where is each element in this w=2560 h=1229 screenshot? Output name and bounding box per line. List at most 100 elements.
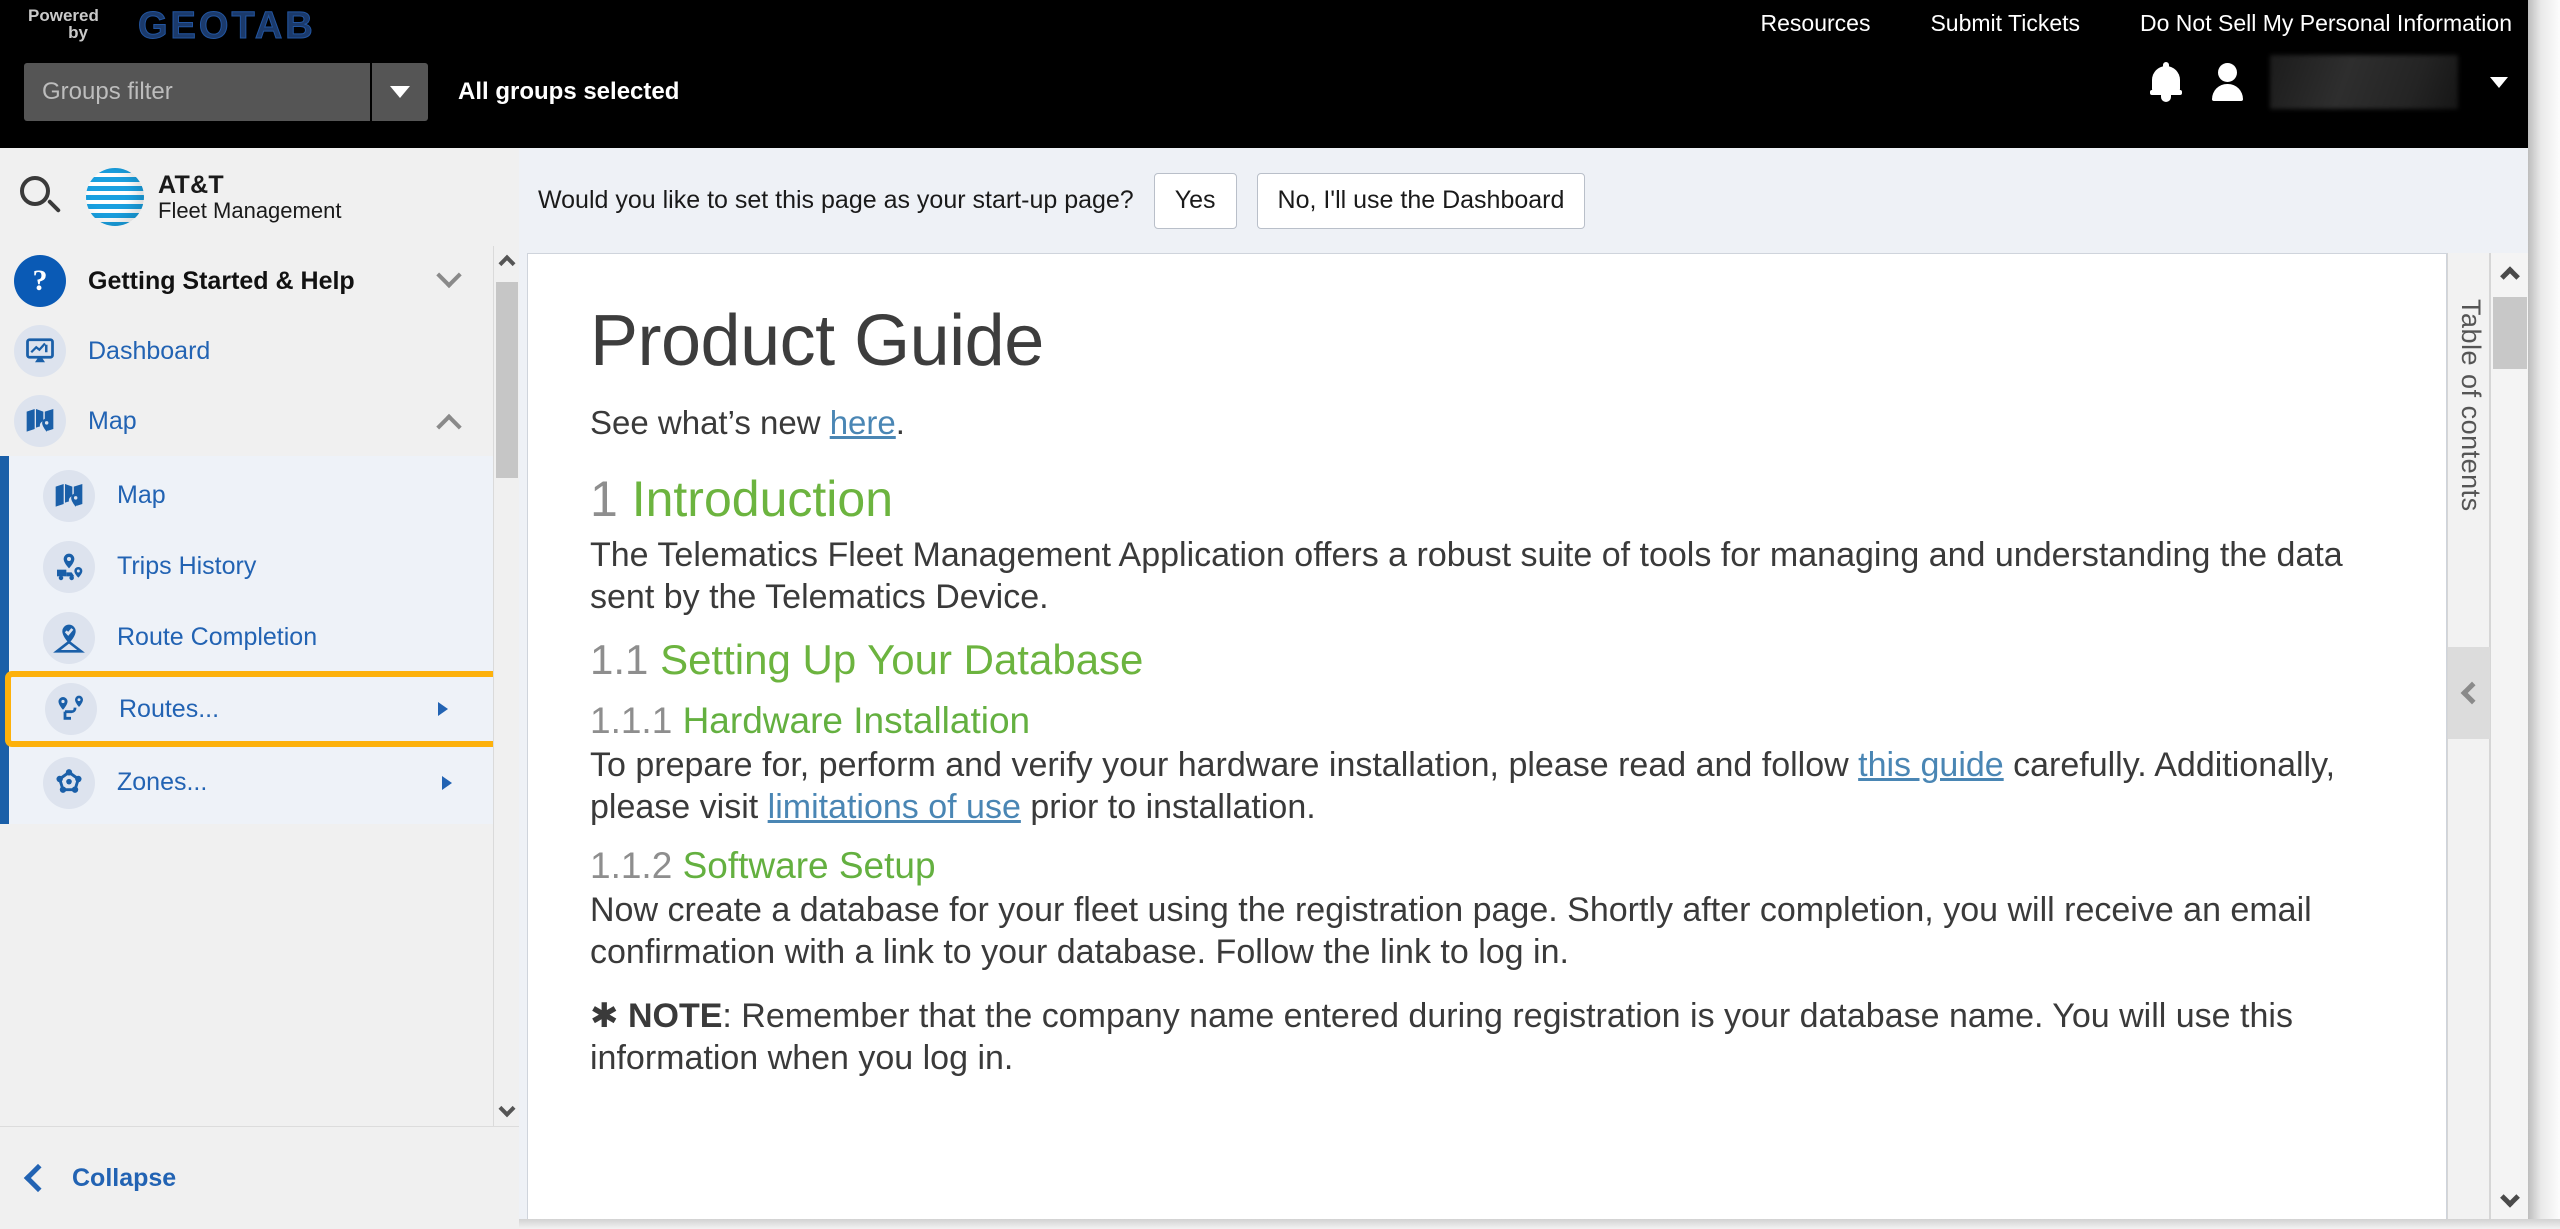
section-heading-1: 1 Introduction: [590, 470, 2386, 528]
logo-line-1: AT&T: [158, 170, 224, 199]
sidebar-item-getting-started[interactable]: ? Getting Started & Help: [0, 246, 500, 316]
routes-icon: [45, 683, 97, 735]
chevron-down-icon[interactable]: [2490, 76, 2508, 88]
chevron-down-icon: [498, 1100, 516, 1118]
sidebar-item-map[interactable]: Map: [0, 386, 500, 456]
chevron-up-icon: [2499, 266, 2520, 287]
person-icon[interactable]: [2210, 61, 2244, 103]
geotab-logo: Powered by GEOTAB: [28, 5, 368, 51]
whats-new-line: See what’s new here.: [590, 404, 2386, 442]
groups-filter-input[interactable]: [24, 63, 370, 121]
main-scroll-thumb[interactable]: [2493, 297, 2527, 369]
toc-collapse-button[interactable]: [2448, 647, 2491, 739]
att-fleet-management-logo: AT&T Fleet Management: [86, 168, 341, 226]
nav-link-submit-tickets[interactable]: Submit Tickets: [1930, 10, 2080, 37]
note-label: NOTE: [627, 996, 723, 1035]
sidebar-item-routes[interactable]: Routes...: [5, 671, 502, 747]
sidebar-item-label: Map: [88, 406, 137, 435]
main-scroll-down-button[interactable]: [2491, 1183, 2529, 1221]
body-text-part-1: To prepare for, perform and verify your …: [590, 746, 1859, 785]
trips-history-icon: [43, 540, 95, 593]
product-guide-document: Product Guide See what’s new here. 1 Int…: [528, 254, 2446, 1079]
groups-selected-label: All groups selected: [458, 78, 680, 105]
this-guide-link[interactable]: this guide: [1858, 746, 2004, 784]
whats-new-link[interactable]: here: [830, 404, 896, 441]
whats-new-suffix: .: [895, 404, 905, 441]
toc-label-wrap: Table of contents: [2448, 283, 2491, 583]
sidebar-item-route-completion[interactable]: Route Completion: [9, 602, 500, 673]
map-submenu: Map Trips History Route Completion Route…: [0, 456, 502, 824]
route-completion-icon: [43, 611, 95, 664]
powered-line-2: by: [68, 23, 88, 42]
startup-page-prompt: Would you like to set this page as your …: [519, 148, 2528, 253]
sidebar-item-zones[interactable]: Zones...: [9, 747, 500, 818]
chevron-left-icon: [23, 1163, 53, 1193]
sidebar-item-dashboard[interactable]: Dashboard: [0, 316, 500, 386]
sidebar-header: AT&T Fleet Management: [0, 148, 519, 246]
sidebar-nav-list: ? Getting Started & Help Dashboard Map M…: [0, 246, 502, 824]
note-text: : Remember that the company name entered…: [590, 996, 2293, 1078]
top-nav-links: Resources Submit Tickets Do Not Sell My …: [1761, 10, 2512, 37]
sidebar-item-label: Dashboard: [88, 336, 211, 365]
startup-yes-button[interactable]: Yes: [1153, 172, 1237, 229]
bell-icon[interactable]: [2148, 62, 2184, 102]
nav-link-do-not-sell[interactable]: Do Not Sell My Personal Information: [2140, 10, 2512, 37]
sidebar-item-label: Getting Started & Help: [88, 266, 355, 295]
groups-filter-dropdown-button[interactable]: [370, 63, 428, 121]
arrow-right-icon[interactable]: [442, 775, 452, 790]
map-icon: [14, 395, 66, 447]
product-guide-card: Product Guide See what’s new here. 1 Int…: [527, 253, 2447, 1221]
toc-label: Table of contents: [2456, 299, 2486, 512]
zones-icon: [43, 756, 95, 809]
top-header-bar: Powered by GEOTAB Resources Submit Ticke…: [0, 0, 2528, 148]
section-number: 1: [590, 471, 618, 527]
sidebar-scroll-thumb[interactable]: [496, 282, 518, 478]
section-heading-1-1: 1.1 Setting Up Your Database: [590, 636, 2386, 684]
groups-filter-box[interactable]: [24, 63, 428, 121]
startup-no-button[interactable]: No, I'll use the Dashboard: [1256, 172, 1586, 229]
section-title: Software Setup: [682, 844, 936, 886]
section-title: Hardware Installation: [682, 700, 1031, 742]
chevron-up-icon[interactable]: [436, 413, 462, 440]
page-title: Product Guide: [590, 301, 1044, 381]
groups-filter-area: All groups selected: [24, 63, 679, 121]
chevron-left-icon: [2460, 681, 2483, 705]
header-actions: [2148, 55, 2508, 109]
dashboard-icon: [14, 325, 66, 377]
section-body-1-1-1: To prepare for, perform and verify your …: [590, 744, 2386, 828]
main-content-area: Would you like to set this page as your …: [519, 148, 2528, 1229]
powered-line-1: Powered: [28, 6, 99, 25]
table-of-contents-rail: Table of contents: [2447, 253, 2491, 1221]
asterisk-icon: ✱: [590, 996, 619, 1035]
map-icon: [43, 469, 95, 522]
main-scrollbar[interactable]: [2490, 253, 2528, 1221]
limitations-of-use-link[interactable]: limitations of use: [768, 788, 1021, 826]
sidebar-collapse-button[interactable]: Collapse: [0, 1126, 519, 1229]
user-name-redacted[interactable]: [2270, 55, 2458, 109]
sidebar-scrollbar[interactable]: [493, 246, 519, 1126]
nav-link-resources[interactable]: Resources: [1761, 10, 1871, 37]
sidebar-subitem-label: Route Completion: [117, 623, 318, 651]
sidebar-subitem-label: Routes...: [119, 694, 220, 723]
search-icon[interactable]: [18, 174, 64, 220]
sidebar-subitem-label: Trips History: [117, 552, 257, 580]
body-text-part-3: prior to installation.: [1020, 788, 1316, 827]
sidebar-item-map-sub[interactable]: Map: [9, 460, 500, 531]
chevron-down-icon[interactable]: [436, 262, 462, 289]
section-number: 1.1.2: [590, 844, 673, 886]
chevron-up-icon: [498, 254, 515, 272]
section-number: 1.1: [590, 636, 649, 684]
sidebar-subitem-label: Zones...: [117, 768, 208, 796]
section-title: Setting Up Your Database: [660, 636, 1144, 684]
note-paragraph: ✱ NOTE: Remember that the company name e…: [590, 995, 2386, 1079]
att-globe-icon: [86, 168, 144, 226]
chevron-down-icon: [390, 86, 410, 98]
left-sidebar: AT&T Fleet Management ? Getting Started …: [0, 148, 519, 1229]
sidebar-scroll-up-button[interactable]: [494, 246, 519, 272]
collapse-label: Collapse: [72, 1163, 177, 1192]
main-scroll-up-button[interactable]: [2491, 253, 2528, 291]
arrow-right-icon[interactable]: [438, 702, 448, 716]
sidebar-scroll-down-button[interactable]: [494, 1100, 520, 1126]
sidebar-scroll-area: ? Getting Started & Help Dashboard Map M…: [0, 246, 519, 1126]
sidebar-item-trips-history[interactable]: Trips History: [9, 531, 500, 602]
